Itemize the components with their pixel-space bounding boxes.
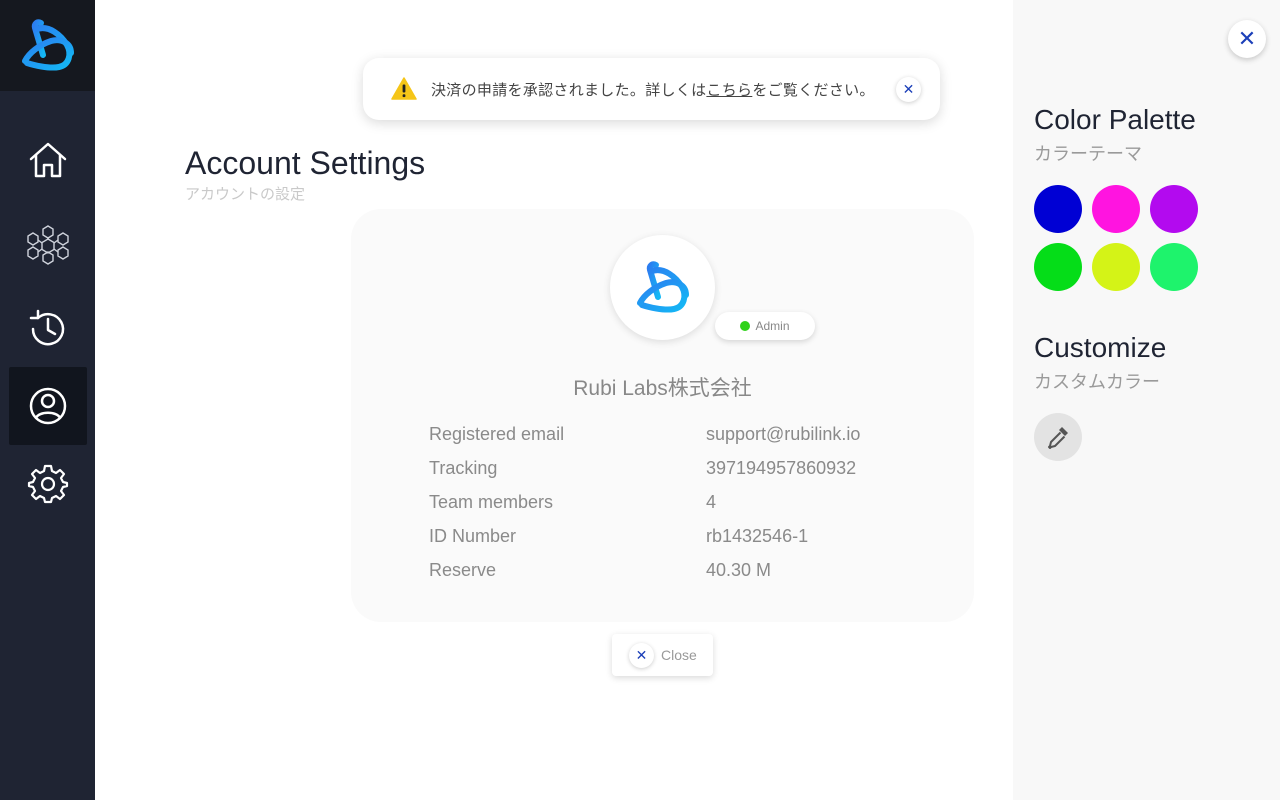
field-value-team: 4 [706,492,717,512]
toast-message-suffix: をご覧ください。 [752,81,875,99]
gear-icon [27,464,69,504]
swatch-blue[interactable] [1034,185,1082,233]
swatch-mint[interactable] [1150,243,1198,291]
page-subtitle: アカウントの設定 [185,186,306,203]
nav-history[interactable] [9,290,87,368]
eyedropper-icon [1048,427,1068,449]
nav-home[interactable] [9,121,87,199]
history-icon [29,309,65,346]
panel-close-button[interactable]: ✕ [1228,20,1266,58]
close-icon: ✕ [1237,26,1257,51]
nav-network[interactable] [9,206,87,284]
nav-account[interactable] [9,367,87,445]
company-name: Rubi Labs株式会社 [573,377,752,400]
user-profile-icon [29,387,67,425]
toast-details-link[interactable]: こちら [706,82,752,99]
field-label-team: Team members [429,492,554,512]
home-icon [29,142,67,178]
field-value-reserve: 40.30 M [706,560,772,580]
status-dot-icon [740,321,751,331]
field-label-tracking: Tracking [429,458,498,478]
close-button[interactable]: ✕ Close [612,634,713,676]
page-title: Account Settings [185,145,426,181]
swatch-green[interactable] [1034,243,1082,291]
warning-icon [391,77,417,100]
notification-toast: 決済の申請を承認されました。詳しくはこちらをご覧ください。 ✕ [363,58,940,120]
field-value-id: rb1432546-1 [706,526,809,546]
rubi-logo-icon [636,260,689,312]
rubi-logo-icon [21,18,74,70]
palette-title: Color Palette [1034,104,1196,135]
avatar [610,235,715,340]
customize-title: Customize [1034,332,1167,363]
role-badge: Admin [715,312,815,340]
palette-subtitle: カラーテーマ [1034,144,1142,164]
toast-message: 決済の申請を承認されました。詳しくはこちらをご覧ください。 [431,79,875,100]
role-label: Admin [755,319,790,333]
field-label-id: ID Number [429,526,517,546]
close-icon: ✕ [902,81,915,97]
swatch-magenta[interactable] [1092,185,1140,233]
network-cubes-icon [27,225,69,265]
toast-message-text: 決済の申請を承認されました。詳しくは [431,81,707,99]
field-value-tracking: 397194957860932 [706,458,857,478]
swatch-purple[interactable] [1150,185,1198,233]
nav-settings[interactable] [9,444,87,522]
toast-close-button[interactable]: ✕ [896,77,921,102]
field-label-email: Registered email [429,424,565,444]
close-icon: ✕ [629,642,654,668]
color-picker-button[interactable] [1034,413,1082,461]
close-button-label: Close [661,647,697,663]
customize-subtitle: カスタムカラー [1034,372,1160,392]
field-label-reserve: Reserve [429,560,497,580]
app-logo[interactable] [0,0,95,91]
field-value-email: support@rubilink.io [706,424,861,444]
sidebar [0,0,95,800]
swatch-lime[interactable] [1092,243,1140,291]
